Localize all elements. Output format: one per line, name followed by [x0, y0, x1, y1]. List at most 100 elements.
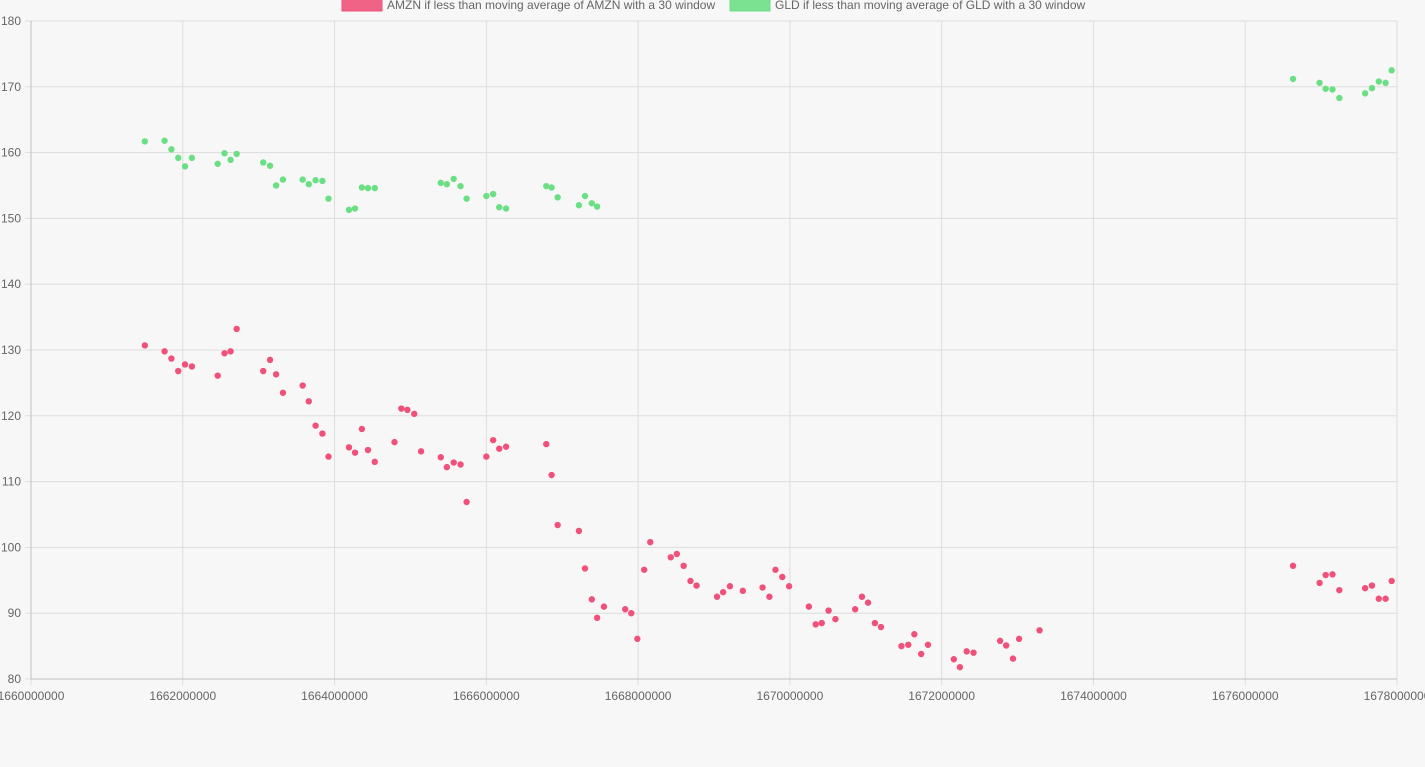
legend-label-0: AMZN if less than moving average of AMZN… [387, 0, 715, 12]
point-series-0 [1382, 595, 1389, 602]
x-tick-label: 1664000000 [301, 689, 368, 703]
point-series-1 [543, 182, 550, 190]
point-series-0 [305, 398, 312, 405]
point-series-1 [548, 184, 555, 191]
point-series-1 [351, 205, 359, 212]
point-series-1 [181, 163, 189, 170]
point-series-0 [693, 582, 700, 589]
point-series-0 [812, 621, 819, 628]
point-series-1 [1322, 85, 1329, 92]
legend-swatch-0 [341, 0, 383, 12]
point-series-1 [299, 176, 306, 183]
point-series-0 [600, 603, 608, 610]
point-series-0 [214, 372, 221, 379]
point-series-1 [575, 202, 583, 209]
y-tick-label: 110 [2, 475, 21, 489]
legend-label-1: GLD if less than moving average of GLD w… [775, 0, 1085, 12]
y-tick-label: 90 [8, 606, 22, 620]
point-series-0 [181, 361, 189, 368]
point-series-0 [924, 641, 932, 648]
point-series-0 [785, 583, 793, 590]
point-series-0 [1015, 635, 1023, 643]
point-series-1 [1329, 86, 1336, 93]
point-series-1 [457, 182, 464, 190]
point-series-0 [221, 350, 228, 357]
legend: AMZN if less than moving average of AMZN… [341, 0, 1085, 12]
point-series-0 [1289, 562, 1297, 570]
point-series-0 [1388, 577, 1395, 585]
point-series-0 [319, 430, 326, 437]
point-series-0 [622, 606, 629, 613]
point-series-0 [581, 565, 589, 572]
point-series-1 [319, 177, 326, 185]
point-series-1 [161, 137, 168, 144]
point-series-0 [483, 453, 490, 460]
point-series-0 [628, 610, 635, 617]
x-tick-label: 1670000000 [757, 689, 824, 703]
point-series-0 [272, 371, 280, 378]
point-series-1 [188, 154, 196, 162]
point-series-0 [312, 422, 319, 429]
point-series-0 [805, 603, 813, 610]
x-tick-label: 1674000000 [1060, 689, 1127, 703]
point-series-0 [1009, 655, 1017, 662]
x-tick-label: 1666000000 [453, 689, 520, 703]
point-series-0 [917, 650, 925, 658]
point-series-1 [227, 156, 234, 164]
point-series-0 [554, 521, 561, 529]
point-series-1 [437, 179, 444, 187]
point-series-1 [1375, 78, 1382, 85]
point-series-1 [279, 176, 287, 183]
point-series-0 [1322, 571, 1329, 579]
point-series-1 [1316, 79, 1323, 87]
point-series-0 [161, 348, 168, 355]
point-series-0 [647, 538, 654, 546]
y-tick-label: 150 [1, 211, 21, 225]
point-series-1 [358, 184, 366, 191]
legend-swatch-1 [729, 0, 771, 12]
point-series-1 [168, 146, 175, 153]
point-series-1 [371, 184, 378, 192]
point-series-0 [450, 459, 457, 466]
point-series-1 [581, 192, 589, 200]
point-series-0 [457, 461, 464, 468]
point-series-0 [437, 454, 444, 461]
point-series-1 [233, 150, 240, 158]
point-series-1 [345, 206, 353, 214]
x-tick-label: 1662000000 [149, 689, 216, 703]
point-series-1 [443, 180, 451, 188]
point-series-0 [680, 562, 687, 570]
point-series-0 [404, 406, 411, 414]
point-series-1 [593, 203, 601, 210]
point-series-0 [175, 367, 182, 375]
point-series-0 [417, 448, 425, 455]
point-series-0 [364, 446, 372, 454]
point-series-1 [141, 138, 149, 145]
point-series-1 [175, 154, 182, 162]
x-tick-label: 1672000000 [908, 689, 975, 703]
point-series-0 [496, 445, 503, 452]
point-series-0 [687, 577, 694, 585]
point-series-0 [713, 593, 721, 600]
point-series-0 [588, 596, 596, 603]
point-series-1 [554, 194, 561, 201]
point-series-0 [970, 649, 977, 656]
point-series-0 [502, 443, 510, 450]
point-series-1 [364, 184, 372, 192]
point-series-0 [956, 663, 964, 671]
point-series-0 [141, 342, 149, 349]
x-tick-label: 1676000000 [1212, 689, 1279, 703]
point-series-0 [858, 593, 866, 600]
y-tick-label: 170 [1, 80, 21, 94]
point-series-0 [851, 606, 859, 613]
point-series-1 [1361, 90, 1369, 97]
point-series-0 [832, 615, 839, 623]
point-series-0 [279, 389, 287, 396]
point-series-0 [398, 405, 405, 412]
point-series-0 [1336, 586, 1343, 594]
point-series-0 [325, 453, 332, 460]
point-series-0 [371, 458, 378, 466]
point-series-0 [739, 587, 747, 595]
point-series-0 [489, 436, 497, 444]
point-series-1 [1388, 67, 1395, 74]
